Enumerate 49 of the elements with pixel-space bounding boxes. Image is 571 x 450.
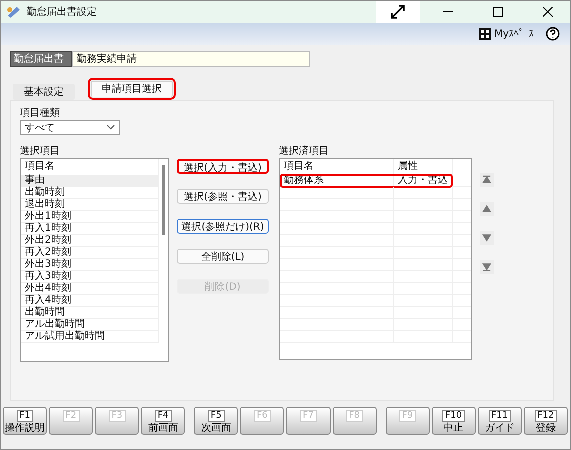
- list-title: 選択項目: [20, 145, 61, 158]
- function-key[interactable]: F11 ガイド: [478, 407, 522, 435]
- list-item[interactable]: 事由: [21, 175, 159, 186]
- select-button[interactable]: 選択(参照だけ)(R): [177, 219, 269, 234]
- function-key[interactable]: F1 操作説明: [3, 407, 48, 435]
- function-key[interactable]: F12 登録: [524, 407, 568, 435]
- chevron-icon: [107, 125, 115, 130]
- list-item[interactable]: 再入4時刻: [21, 295, 159, 306]
- window-title: 勤怠届出書設定: [27, 6, 98, 19]
- list-item[interactable]: 再入1時刻: [21, 223, 159, 234]
- move-up-button[interactable]: [480, 202, 494, 216]
- function-key[interactable]: F5 次画面: [194, 407, 238, 435]
- tab[interactable]: 基本設定: [13, 84, 75, 100]
- list-item[interactable]: アル出勤時間: [21, 319, 159, 330]
- form-type-label: 勤怠届出書: [10, 51, 72, 67]
- expand-icon[interactable]: [390, 4, 406, 20]
- function-key[interactable]: F10 中止: [432, 407, 476, 435]
- grid-icon: [479, 28, 492, 40]
- list-item[interactable]: 外出1時刻: [21, 211, 159, 222]
- select-button[interactable]: 選択(参照・書込): [177, 189, 269, 204]
- tab[interactable]: 申請項目選択: [91, 81, 173, 97]
- minimize-icon[interactable]: [443, 11, 453, 13]
- list-title: 選択済項目: [279, 145, 330, 158]
- close-icon[interactable]: [543, 7, 553, 17]
- item-type-label: 項目種類: [20, 107, 61, 120]
- list-item[interactable]: 外出3時刻: [21, 259, 159, 270]
- select-button[interactable]: 全削除(L): [177, 249, 269, 264]
- list-item[interactable]: 外出4時刻: [21, 283, 159, 294]
- maximize-icon[interactable]: [493, 7, 503, 17]
- list-item[interactable]: 再入2時刻: [21, 247, 159, 258]
- help-icon[interactable]: [546, 27, 560, 41]
- select-button[interactable]: 選択(入力・書込): [177, 159, 269, 174]
- form-name-field[interactable]: 勤務実績申請: [72, 51, 310, 67]
- list-item[interactable]: 再入3時刻: [21, 271, 159, 282]
- app-icon: [7, 6, 21, 18]
- item-type-dropdown[interactable]: すべて: [20, 120, 120, 135]
- myspace-link[interactable]: Myｽﾍﾟｰｽ: [494, 28, 534, 40]
- move-bottom-button[interactable]: [480, 260, 494, 274]
- list-item[interactable]: 退出時刻: [21, 199, 159, 210]
- list-item[interactable]: 外出2時刻: [21, 235, 159, 246]
- column-header: 属性: [394, 159, 453, 175]
- list-item[interactable]: 出勤時刻: [21, 187, 159, 198]
- move-top-button[interactable]: [480, 173, 494, 187]
- list-item[interactable]: 出勤時間: [21, 307, 159, 318]
- move-down-button[interactable]: [480, 231, 494, 245]
- function-key[interactable]: F4 前画面: [141, 407, 186, 435]
- column-header: 項目名: [280, 159, 394, 175]
- list-item[interactable]: アル試用出勤時間: [21, 331, 159, 342]
- scrollbar-thumb[interactable]: [162, 165, 165, 235]
